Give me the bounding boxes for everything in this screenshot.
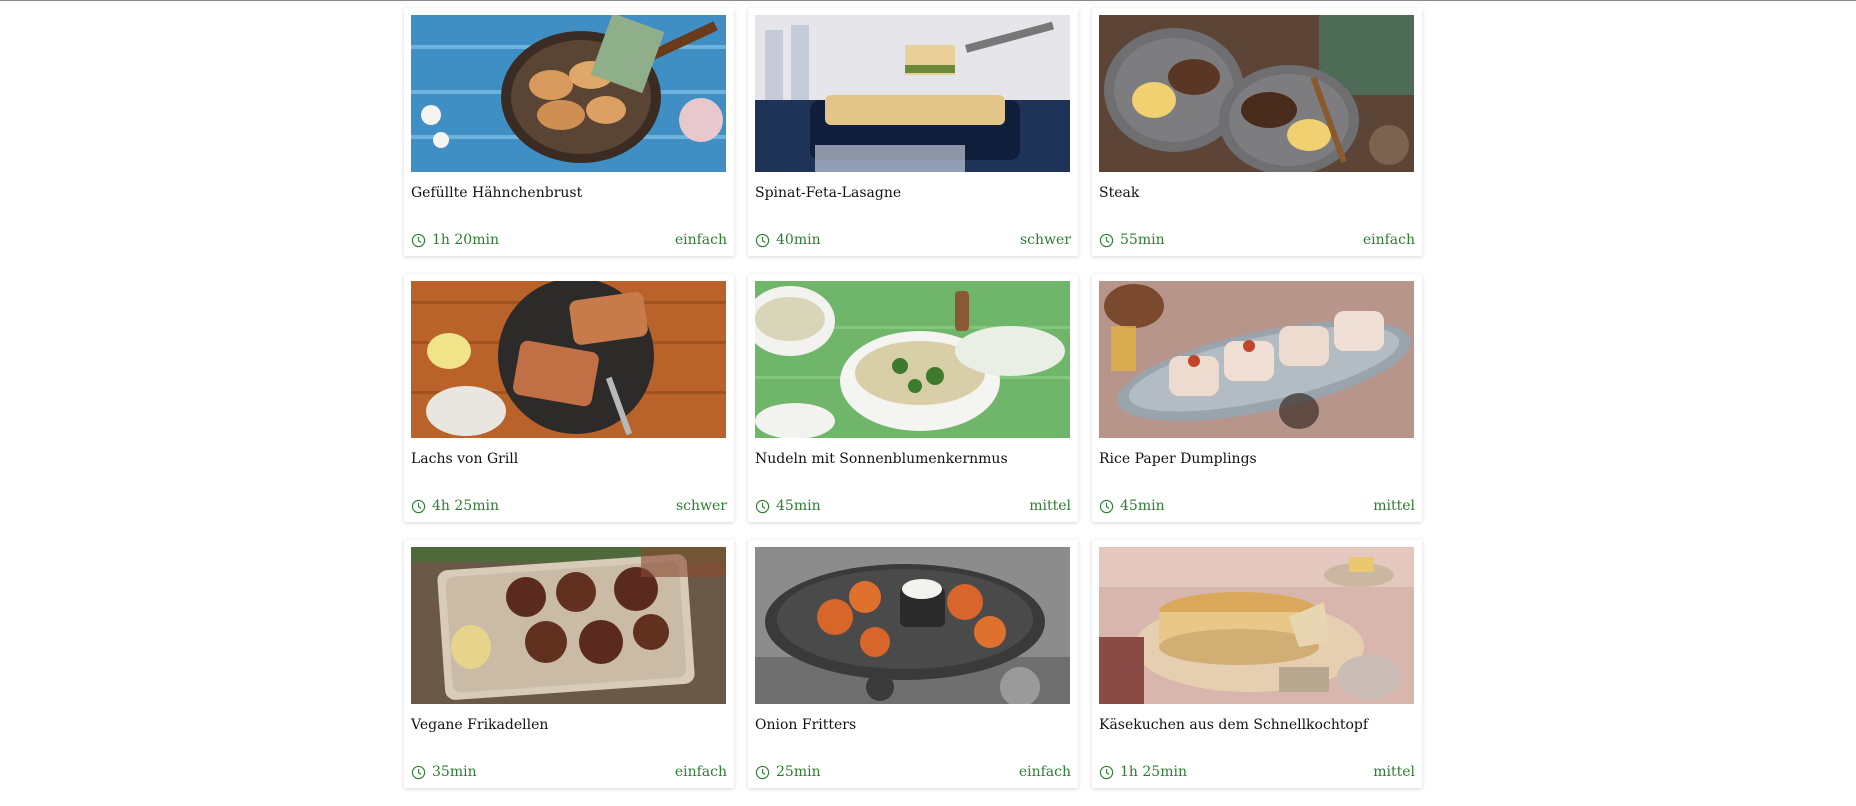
recipe-meta: 35min einfach: [411, 764, 727, 780]
recipe-difficulty: einfach: [674, 764, 727, 780]
clock-icon: [755, 765, 770, 780]
recipe-time: 4h 25min: [411, 498, 499, 514]
recipe-title[interactable]: Rice Paper Dumplings: [1099, 451, 1257, 467]
recipe-card[interactable]: Lachs von Grill 4h 25min schwer: [404, 274, 734, 522]
recipe-meta: 1h 25min mittel: [1099, 764, 1415, 780]
chicken-breast-pan-photo: [411, 15, 726, 172]
top-border: [0, 0, 1856, 1]
recipe-meta: 45min mittel: [1099, 498, 1415, 514]
recipe-meta: 25min einfach: [755, 764, 1071, 780]
recipe-time-label: 40min: [776, 232, 821, 248]
recipe-difficulty: einfach: [1018, 764, 1071, 780]
recipe-card[interactable]: Rice Paper Dumplings 45min mittel: [1092, 274, 1422, 522]
recipe-meta: 55min einfach: [1099, 232, 1415, 248]
clock-icon: [1099, 765, 1114, 780]
grilled-salmon-photo: [411, 281, 726, 438]
recipe-time-label: 45min: [1120, 498, 1165, 514]
recipe-time: 1h 25min: [1099, 764, 1187, 780]
dumplings-plate-photo: [1099, 281, 1414, 438]
recipe-card[interactable]: Gefüllte Hähnchenbrust 1h 20min einfach: [404, 8, 734, 256]
recipe-title[interactable]: Spinat-Feta-Lasagne: [755, 185, 901, 201]
recipe-title[interactable]: Steak: [1099, 185, 1139, 201]
recipe-difficulty: mittel: [1373, 498, 1415, 514]
clock-icon: [1099, 233, 1114, 248]
clock-icon: [411, 765, 426, 780]
onion-fritters-photo: [755, 547, 1070, 704]
recipe-time: 35min: [411, 764, 477, 780]
recipe-card[interactable]: Vegane Frikadellen 35min einfach: [404, 540, 734, 788]
recipe-time: 45min: [1099, 498, 1165, 514]
lasagne-dish-photo: [755, 15, 1070, 172]
vegan-patties-photo: [411, 547, 726, 704]
clock-icon: [411, 499, 426, 514]
recipe-title[interactable]: Nudeln mit Sonnenblumenkernmus: [755, 451, 1008, 467]
recipe-card[interactable]: Käsekuchen aus dem Schnellkochtopf 1h 25…: [1092, 540, 1422, 788]
recipe-time: 1h 20min: [411, 232, 499, 248]
recipe-time-label: 4h 25min: [432, 498, 499, 514]
recipe-time: 25min: [755, 764, 821, 780]
recipe-difficulty: einfach: [1362, 232, 1415, 248]
recipe-time-label: 45min: [776, 498, 821, 514]
recipe-time: 40min: [755, 232, 821, 248]
recipe-difficulty: mittel: [1373, 764, 1415, 780]
recipe-difficulty: schwer: [1019, 232, 1071, 248]
recipe-time: 45min: [755, 498, 821, 514]
recipe-difficulty: mittel: [1029, 498, 1071, 514]
recipe-title[interactable]: Käsekuchen aus dem Schnellkochtopf: [1099, 717, 1368, 733]
recipe-time-label: 35min: [432, 764, 477, 780]
clock-icon: [411, 233, 426, 248]
recipe-card[interactable]: Nudeln mit Sonnenblumenkernmus 45min mit…: [748, 274, 1078, 522]
recipe-time-label: 1h 25min: [1120, 764, 1187, 780]
recipe-time-label: 25min: [776, 764, 821, 780]
recipe-title[interactable]: Lachs von Grill: [411, 451, 518, 467]
recipe-title[interactable]: Vegane Frikadellen: [411, 717, 548, 733]
cheesecake-photo: [1099, 547, 1414, 704]
recipe-time-label: 55min: [1120, 232, 1165, 248]
recipe-difficulty: schwer: [675, 498, 727, 514]
steak-mushrooms-photo: [1099, 15, 1414, 172]
recipe-time-label: 1h 20min: [432, 232, 499, 248]
recipe-meta: 1h 20min einfach: [411, 232, 727, 248]
recipe-meta: 45min mittel: [755, 498, 1071, 514]
recipe-meta: 4h 25min schwer: [411, 498, 727, 514]
recipe-title[interactable]: Gefüllte Hähnchenbrust: [411, 185, 582, 201]
pasta-bowl-photo: [755, 281, 1070, 438]
recipe-time: 55min: [1099, 232, 1165, 248]
clock-icon: [755, 233, 770, 248]
recipe-meta: 40min schwer: [755, 232, 1071, 248]
recipe-card[interactable]: Steak 55min einfach: [1092, 8, 1422, 256]
recipe-card[interactable]: Onion Fritters 25min einfach: [748, 540, 1078, 788]
clock-icon: [1099, 499, 1114, 514]
recipe-title[interactable]: Onion Fritters: [755, 717, 856, 733]
recipe-difficulty: einfach: [674, 232, 727, 248]
clock-icon: [755, 499, 770, 514]
recipe-grid: Gefüllte Hähnchenbrust 1h 20min einfach: [404, 8, 1424, 788]
recipe-card[interactable]: Spinat-Feta-Lasagne 40min schwer: [748, 8, 1078, 256]
